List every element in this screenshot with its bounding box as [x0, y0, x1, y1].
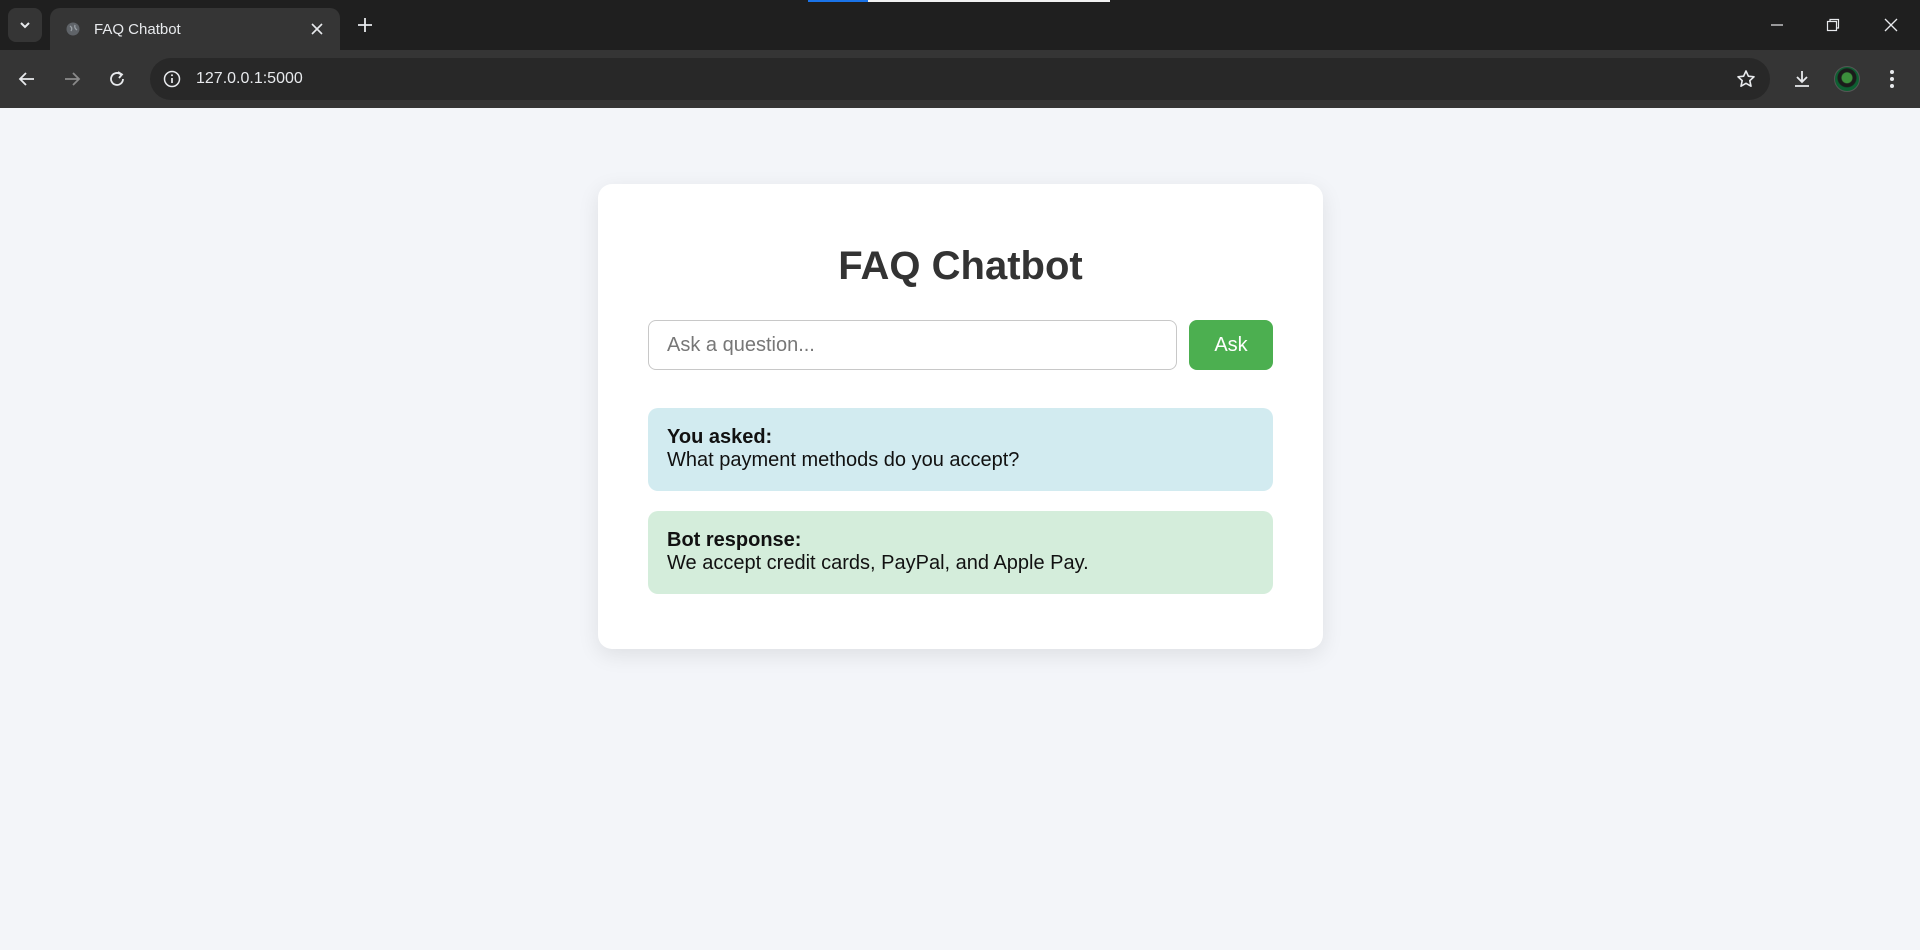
chevron-down-icon [20, 22, 30, 29]
user-question-box: You asked: What payment methods do you a… [648, 408, 1273, 491]
browser-toolbar: 127.0.0.1:5000 [0, 50, 1920, 108]
download-icon[interactable] [1786, 63, 1818, 95]
restore-icon[interactable] [1818, 10, 1848, 40]
url-text: 127.0.0.1:5000 [196, 70, 303, 87]
ask-button[interactable]: Ask [1189, 320, 1273, 370]
user-question-label: You asked: [667, 426, 773, 448]
page-viewport: FAQ Chatbot Ask You asked: What payment … [0, 108, 1920, 950]
browser-tab-strip: FAQ Chatbot [0, 0, 1920, 50]
minimize-icon[interactable] [1762, 10, 1792, 40]
bot-response-text: We accept credit cards, PayPal, and Appl… [667, 552, 1089, 574]
forward-arrow-icon[interactable] [56, 63, 88, 95]
page-title: FAQ Chatbot [838, 244, 1083, 288]
close-tab-icon[interactable] [306, 18, 328, 40]
bookmark-star-icon[interactable] [1734, 67, 1758, 91]
new-tab-plus-icon[interactable] [352, 12, 378, 38]
browser-tab-active[interactable]: FAQ Chatbot [50, 8, 340, 50]
ask-form: Ask [648, 320, 1273, 370]
reload-icon[interactable] [101, 63, 133, 95]
question-input[interactable] [648, 320, 1177, 370]
bot-response-box: Bot response: We accept credit cards, Pa… [648, 511, 1273, 594]
page-load-progress [808, 0, 1110, 2]
chatbot-card: FAQ Chatbot Ask You asked: What payment … [598, 184, 1323, 649]
bot-response-label: Bot response: [667, 529, 802, 551]
tab-title: FAQ Chatbot [94, 20, 181, 38]
user-question-text: What payment methods do you accept? [667, 449, 1020, 471]
site-info-icon[interactable] [160, 67, 184, 91]
tab-search-button[interactable] [8, 8, 42, 42]
address-bar[interactable]: 127.0.0.1:5000 [150, 58, 1770, 100]
close-window-icon[interactable] [1876, 10, 1906, 40]
more-menu-icon[interactable] [1876, 63, 1908, 95]
profile-avatar[interactable] [1831, 63, 1863, 95]
back-arrow-icon[interactable] [11, 63, 43, 95]
globe-icon [64, 20, 82, 38]
